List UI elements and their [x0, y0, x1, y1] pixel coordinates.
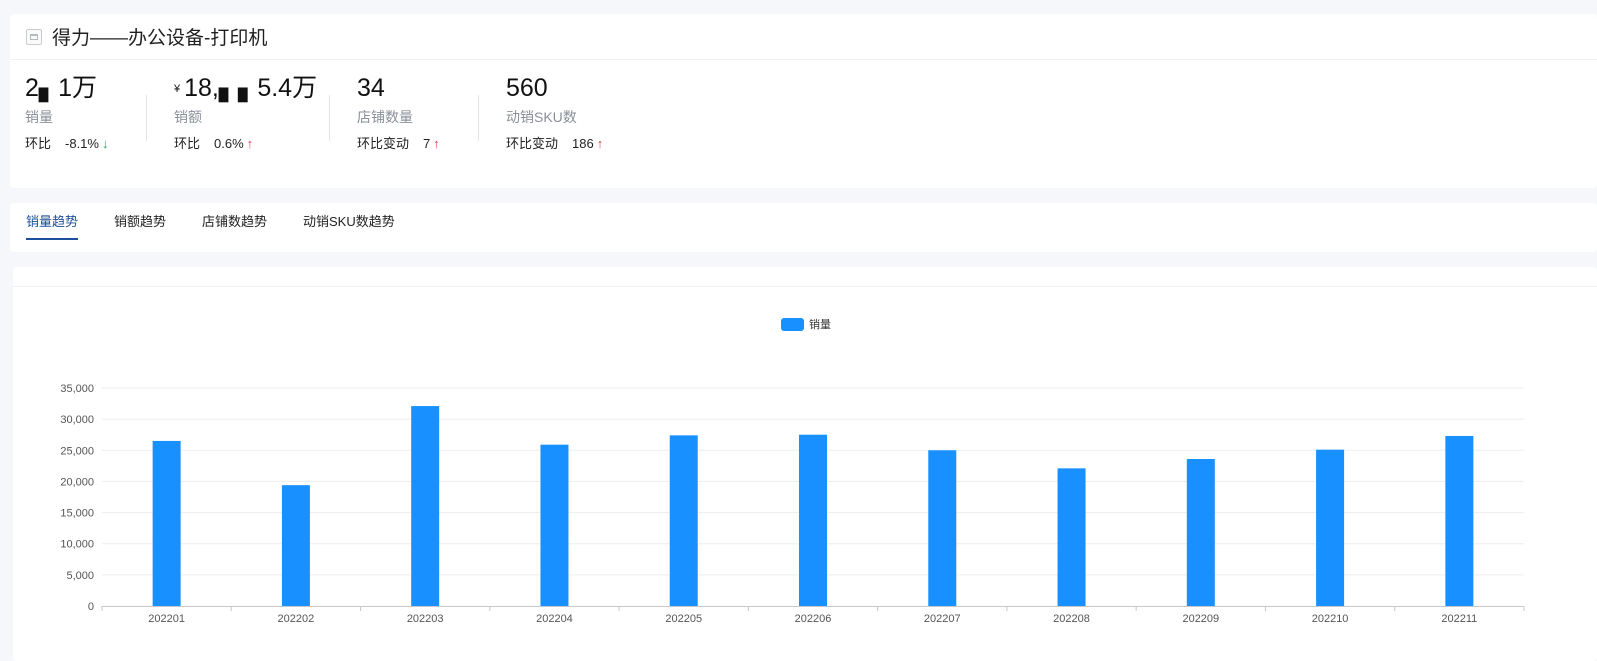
metric-value: 560 — [506, 74, 548, 102]
bar-202211 — [1445, 435, 1474, 606]
change-label: 环比 — [174, 136, 201, 151]
bar-202204 — [540, 444, 569, 606]
title-row: 得力——办公设备-打印机 — [10, 14, 1597, 60]
x-axis: 202201 202202 202203 202204 202205 202206 2022… — [101, 606, 1525, 625]
change-label: 环比变动 — [357, 136, 410, 151]
tab-sales-volume-trend[interactable]: 销量趋势 — [26, 203, 78, 252]
change-label: 环比变动 — [506, 136, 559, 151]
arrow-up-icon: ↑ — [246, 136, 254, 151]
divider — [146, 95, 147, 141]
metric-store-count: 34 店铺数量 环比变动 7 ↑ — [357, 72, 440, 153]
x-tick-label: 202210 — [1312, 613, 1349, 625]
shop-icon — [26, 28, 42, 45]
change-value: 0.6% — [214, 136, 244, 151]
tabs-card: 销量趋势 销额趋势 店铺数趋势 动销SKU数趋势 — [10, 203, 1597, 252]
divider — [329, 95, 330, 141]
trend-tabs: 销量趋势 销额趋势 店铺数趋势 动销SKU数趋势 — [10, 203, 1597, 252]
tab-sku-count-trend[interactable]: 动销SKU数趋势 — [303, 203, 395, 252]
metrics-row: 2▖1万 销量 环比 -8.1% ↓ ¥18,▖▖5.4万 销额 环比 0.6% ↑ 3… — [10, 60, 1597, 188]
change-value: -8.1% — [65, 136, 99, 151]
arrow-down-icon: ↓ — [101, 136, 109, 151]
legend-swatch[interactable] — [781, 318, 804, 331]
tab-sales-amount-trend[interactable]: 销额趋势 — [114, 203, 166, 252]
metric-sales-amount: ¥18,▖▖5.4万 销额 环比 0.6% ↑ — [174, 72, 317, 153]
x-tick-label: 202209 — [1182, 613, 1219, 625]
metric-label: 销量 — [25, 109, 53, 125]
metric-value-text: 18,▖▖5.4万 — [184, 74, 318, 102]
metric-value: 34 — [357, 74, 385, 102]
bar-202209 — [1186, 459, 1215, 606]
bar-202206 — [799, 434, 827, 606]
change-value: 7 — [423, 136, 431, 151]
y-tick-label: 20,000 — [60, 476, 94, 488]
legend-label[interactable]: 销量 — [809, 317, 831, 331]
x-tick-label: 202211 — [1441, 613, 1477, 625]
bars — [152, 406, 1474, 606]
metric-sku-count: 560 动销SKU数 环比变动 186 ↑ — [506, 72, 603, 153]
metric-label: 销额 — [174, 109, 202, 125]
metric-change: 环比 0.6% ↑ — [174, 135, 317, 153]
y-tick-label: 35,000 — [60, 383, 94, 395]
metric-value: ¥18,▖▖5.4万 — [174, 72, 317, 104]
arrow-up-icon: ↑ — [433, 136, 440, 151]
summary-card: 得力——办公设备-打印机 2▖1万 销量 环比 -8.1% ↓ ¥18,▖▖5.4万… — [10, 14, 1597, 188]
change-label: 环比 — [25, 136, 52, 151]
bar-202207 — [928, 450, 957, 606]
x-tick-label: 202204 — [536, 613, 573, 625]
metric-value: 2▖1万 — [25, 74, 98, 102]
metric-change: 环比变动 186 ↑ — [506, 135, 603, 153]
x-tick-label: 202206 — [795, 613, 832, 625]
x-tick-label: 202202 — [278, 613, 315, 625]
metric-label: 店铺数量 — [357, 109, 413, 125]
y-tick-label: 25,000 — [60, 445, 94, 457]
y-axis: 0 5,000 10,000 15,000 20,000 25,000 30,000 35,0… — [60, 383, 94, 613]
x-tick-label: 202205 — [665, 613, 702, 625]
x-tick-label: 202208 — [1053, 613, 1090, 625]
bar-202202 — [281, 485, 310, 606]
tab-store-count-trend[interactable]: 店铺数趋势 — [202, 203, 267, 252]
bar-202210 — [1316, 449, 1345, 606]
currency-symbol: ¥ — [174, 83, 181, 96]
x-tick-label: 202203 — [407, 613, 444, 625]
bar-202205 — [669, 435, 698, 606]
arrow-up-icon: ↑ — [596, 136, 604, 151]
legend[interactable]: 销量 — [781, 317, 831, 331]
bar-202208 — [1057, 468, 1086, 606]
divider — [478, 95, 479, 141]
x-tick-label: 202207 — [924, 613, 961, 625]
metric-sales-volume: 2▖1万 销量 环比 -8.1% ↓ — [25, 72, 108, 153]
chart-card: 0 5,000 10,000 15,000 20,000 25,000 30,000 35,0… — [13, 267, 1597, 661]
y-tick-label: 0 — [88, 601, 94, 613]
bar-202203 — [411, 406, 440, 606]
sales-volume-bar-chart: 0 5,000 10,000 15,000 20,000 25,000 30,000 35,0… — [60, 317, 1525, 625]
change-value: 186 — [572, 136, 594, 151]
metric-change: 环比变动 7 ↑ — [357, 135, 440, 153]
metric-label: 动销SKU数 — [506, 109, 577, 125]
y-tick-label: 30,000 — [60, 414, 94, 426]
x-tick-label: 202201 — [148, 613, 185, 625]
y-tick-label: 15,000 — [60, 508, 94, 520]
y-tick-label: 10,000 — [60, 539, 94, 551]
metric-change: 环比 -8.1% ↓ — [25, 135, 108, 153]
y-tick-label: 5,000 — [66, 570, 94, 582]
bar-202201 — [152, 440, 181, 606]
page-title: 得力——办公设备-打印机 — [52, 28, 268, 49]
